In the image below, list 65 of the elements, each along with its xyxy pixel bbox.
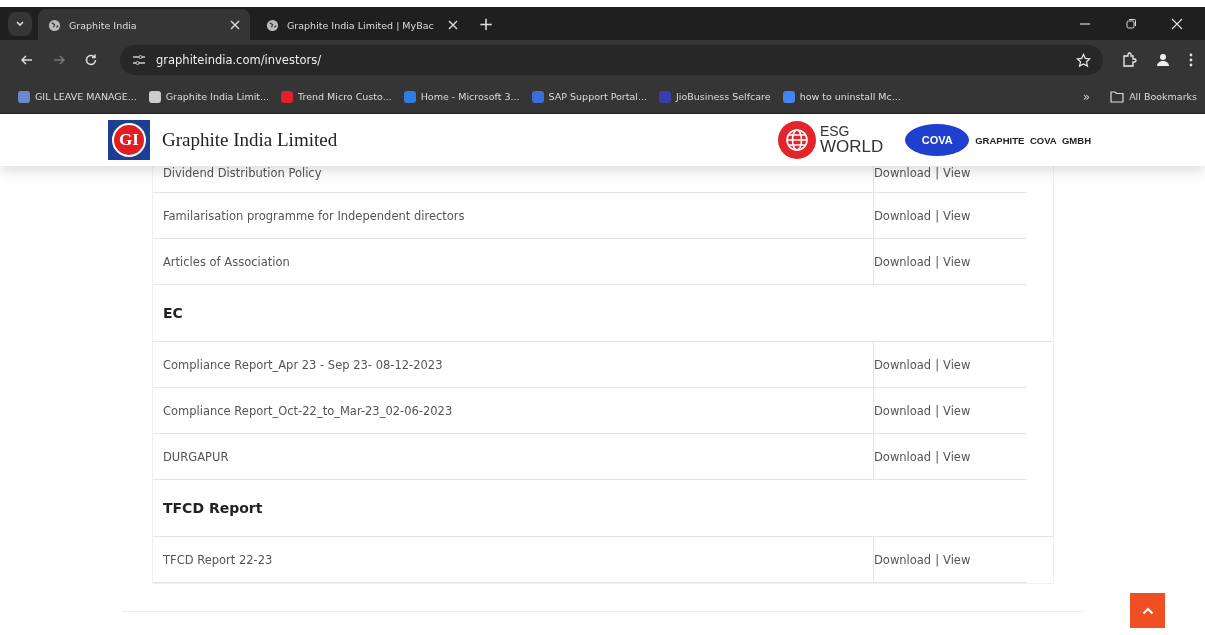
folder-icon xyxy=(1110,90,1125,103)
bookmark[interactable]: Home - Microsoft 3... xyxy=(403,90,520,103)
address-bar[interactable]: graphiteindia.com/investors/ xyxy=(120,45,1103,75)
back-to-top-button[interactable] xyxy=(1130,593,1165,628)
document-link[interactable]: View xyxy=(943,208,971,223)
bookmark[interactable]: SAP Support Portal... xyxy=(531,90,647,103)
company-logo[interactable]: GI xyxy=(108,120,150,160)
bookmark[interactable]: JioBusiness Selfcare xyxy=(659,90,771,103)
separator: | xyxy=(935,403,940,418)
bookmark[interactable]: how to uninstall Mc... xyxy=(782,90,901,103)
document-link[interactable]: View xyxy=(943,166,971,180)
tab-search-button[interactable] xyxy=(8,11,32,36)
document-link[interactable]: View xyxy=(943,357,971,372)
section-title: EC xyxy=(162,305,183,321)
document-link[interactable]: Download xyxy=(874,449,932,464)
back-icon[interactable] xyxy=(20,53,34,67)
reload-icon[interactable] xyxy=(84,53,98,67)
document-name: Compliance Report_Apr 23 - Sep 23- 08-12-2023 xyxy=(162,357,444,372)
separator: | xyxy=(935,166,940,180)
extensions-icon[interactable] xyxy=(1121,52,1137,68)
document-link[interactable]: Download xyxy=(874,552,932,567)
all-bookmarks-button[interactable]: All Bookmarks xyxy=(1110,90,1197,103)
separator: | xyxy=(935,357,940,372)
close-icon[interactable] xyxy=(230,20,240,30)
more-bookmarks-button[interactable]: » xyxy=(1082,89,1091,104)
bookmark[interactable]: GIL LEAVE MANAGE... xyxy=(18,90,137,103)
separator: | xyxy=(935,208,940,223)
document-name: DURGAPUR xyxy=(162,449,230,464)
star-icon[interactable] xyxy=(1076,52,1091,68)
document-name: Compliance Report_Oct-22_to_Mar-23_02-06-2023 xyxy=(162,403,454,418)
restore-icon[interactable] xyxy=(1125,17,1137,30)
close-icon[interactable] xyxy=(448,20,458,30)
company-name[interactable]: Graphite India Limited xyxy=(162,129,338,151)
separator: | xyxy=(935,449,940,464)
bookmark[interactable]: Trend Micro Custo... xyxy=(281,90,392,103)
section-title: TFCD Report xyxy=(162,500,263,516)
separator: | xyxy=(935,552,940,567)
document-link[interactable]: View xyxy=(943,403,971,418)
site-settings-icon xyxy=(132,54,146,66)
browser-tab[interactable]: Graphite India xyxy=(38,8,250,42)
cova-name[interactable]: GRAPHITE COVA GMBH xyxy=(975,134,1091,146)
document-name: TFCD Report 22-23 xyxy=(162,552,274,567)
separator: | xyxy=(935,254,940,269)
document-link[interactable]: View xyxy=(943,254,971,269)
document-link[interactable]: View xyxy=(943,552,971,567)
cova-logo[interactable]: COVA xyxy=(905,124,970,156)
document-name: Familarisation programme for Independent directors xyxy=(162,208,466,223)
document-link[interactable]: Download xyxy=(874,357,932,372)
document-name: Dividend Distribution Policy xyxy=(162,166,323,180)
bookmark[interactable]: Graphite India Limit... xyxy=(148,90,270,103)
chevron-icon xyxy=(15,18,25,29)
esg-world-logo-text[interactable]: ESG WORLD xyxy=(819,125,884,155)
close-icon[interactable] xyxy=(1171,17,1183,30)
document-link[interactable]: Download xyxy=(874,403,932,418)
new-tab-button[interactable]: + xyxy=(474,13,498,34)
chevron-up-icon xyxy=(1141,606,1154,615)
document-link[interactable]: Download xyxy=(874,254,932,269)
menu-icon[interactable] xyxy=(1189,53,1193,67)
browser-tab[interactable]: Graphite India Limited | MyBac xyxy=(256,8,468,42)
document-name: Articles of Association xyxy=(162,254,291,269)
forward-icon[interactable] xyxy=(52,53,66,67)
document-link[interactable]: Download xyxy=(874,208,932,223)
document-link[interactable]: Download xyxy=(874,166,932,180)
profile-icon[interactable] xyxy=(1155,52,1171,68)
document-link[interactable]: View xyxy=(943,449,971,464)
